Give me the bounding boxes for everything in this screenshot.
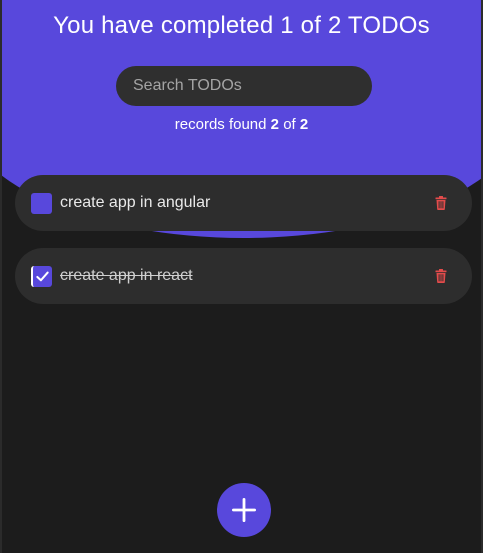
records-of: of xyxy=(283,116,296,133)
todo-checkbox[interactable] xyxy=(31,192,52,214)
trash-icon xyxy=(435,269,447,283)
records-count: records found 2 of 2 xyxy=(2,116,481,133)
add-todo-button[interactable] xyxy=(217,483,271,537)
todo-app: You have completed 1 of 2 TODOs records … xyxy=(0,0,483,553)
delete-button[interactable] xyxy=(432,194,450,212)
delete-button[interactable] xyxy=(432,267,450,285)
todo-item: create app in react xyxy=(15,248,472,304)
check-icon xyxy=(36,271,49,281)
records-total: 2 xyxy=(299,116,309,133)
trash-icon xyxy=(435,196,447,210)
todo-checkbox[interactable] xyxy=(31,265,52,287)
records-found: 2 xyxy=(270,116,280,133)
search-input[interactable] xyxy=(116,66,372,106)
todo-item: create app in angular xyxy=(15,175,472,231)
records-prefix: records found xyxy=(174,116,267,133)
plus-icon xyxy=(232,498,256,522)
todo-label: create app in react xyxy=(60,267,193,284)
todo-label: create app in angular xyxy=(60,194,211,211)
page-title: You have completed 1 of 2 TODOs xyxy=(53,12,430,39)
